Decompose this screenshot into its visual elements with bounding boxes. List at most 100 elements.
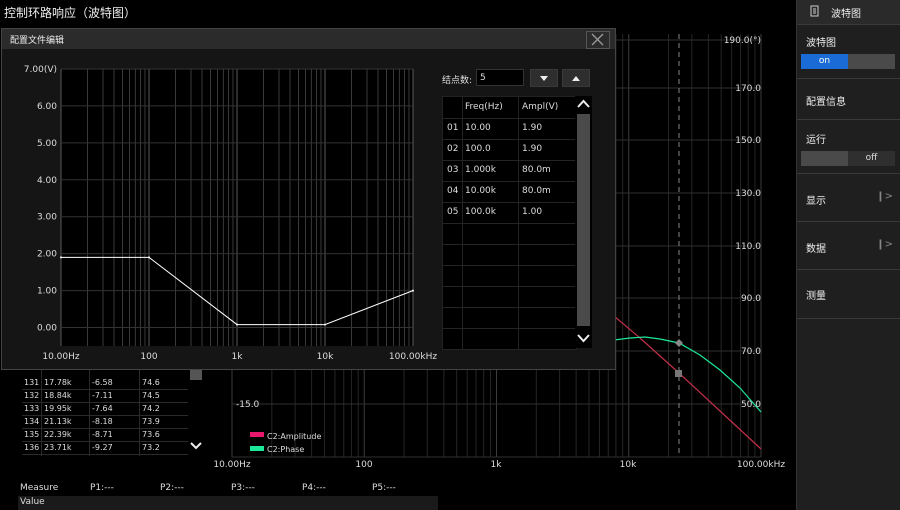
x-tick-label: 10.00Hz	[213, 460, 251, 470]
nodes-decrease-button[interactable]	[530, 69, 558, 87]
run-toggle[interactable]: off	[801, 151, 895, 166]
header-freq: Freq(Hz)	[465, 102, 503, 112]
node-freq-cell[interactable]: 10.00	[465, 118, 491, 139]
phase-cell: 74.6	[142, 378, 160, 387]
amplitude-profile-chart[interactable]: 7.00(V) 6.00 5.00 4.00 3.00 2.00 1.00 0.00 10.00…	[2, 49, 442, 369]
table-row[interactable]: 135 22.39k -8.71 73.6	[22, 428, 188, 442]
dialog-title: 配置文件编辑	[10, 36, 65, 46]
right-panel: 波特图 波特图 on 配置信息 运行 off 显示 ❙> 数据 ❙> 测量	[796, 0, 900, 510]
config-info-button[interactable]: 配置信息	[797, 79, 900, 120]
chart-grid	[60, 68, 414, 346]
x-tick-label: 1k	[232, 352, 244, 362]
node-idx-cell: 04	[447, 186, 459, 196]
data-table-scrollbar[interactable]	[189, 368, 203, 456]
x-tick-label: 100.00kHz	[389, 352, 437, 362]
bode-toggle-label: 波特图	[806, 38, 836, 49]
config-info-label: 配置信息	[806, 97, 846, 108]
amplitude-cursor-marker[interactable]	[675, 370, 682, 377]
chevron-up-icon[interactable]	[575, 96, 592, 112]
data-point[interactable]	[236, 323, 238, 326]
phase-cell: 74.2	[142, 404, 160, 413]
toggle-off-option[interactable]: off	[848, 151, 895, 166]
legend-amplitude-label: C2:Amplitude	[267, 432, 322, 441]
chevron-down-icon[interactable]	[575, 330, 592, 346]
table-row[interactable]: 131 17.78k -6.58 74.6	[22, 376, 188, 390]
y-tick-label: 7.00(V)	[24, 65, 57, 75]
measure-menu-button[interactable]: 测量	[797, 270, 900, 319]
column-divider	[462, 97, 463, 349]
y-tick-label: 0.00	[37, 324, 57, 334]
node-freq-cell[interactable]: 1.000k	[465, 160, 496, 181]
amplitude-tick-label: -15.0	[236, 400, 260, 410]
freq-cell: 22.39k	[44, 430, 72, 439]
display-label: 显示	[806, 196, 826, 207]
x-tick-label: 100	[355, 460, 372, 470]
table-row[interactable]: 134 21.13k -8.18 73.9	[22, 415, 188, 429]
node-ampl-cell[interactable]: 1.90	[522, 139, 542, 160]
node-freq-cell[interactable]: 100.0	[465, 139, 491, 160]
phase-tick-label: 50.0	[741, 400, 761, 410]
nodes-count-input[interactable]: 5	[476, 69, 524, 86]
node-ampl-cell[interactable]: 80.0m	[522, 181, 551, 202]
x-tick-label: 10.00Hz	[42, 352, 80, 362]
node-ampl-cell[interactable]: 80.0m	[522, 160, 551, 181]
phase-cursor-marker[interactable]	[675, 339, 683, 347]
row-index-cell: 133	[24, 404, 40, 413]
y-tick-label: 4.00	[37, 176, 57, 186]
table-row[interactable]: 132 18.84k -7.11 74.5	[22, 389, 188, 403]
x-tick-label: 10k	[317, 352, 334, 362]
table-row[interactable]: 136 23.71k -9.27 73.2	[22, 441, 188, 455]
table-row[interactable]: 133 19.95k -7.64 74.2	[22, 402, 188, 416]
node-table-scrollbar[interactable]	[575, 96, 592, 348]
nodes-increase-button[interactable]	[562, 69, 590, 87]
y-tick-label: 1.00	[37, 287, 57, 297]
amplitude-cell: -8.71	[92, 430, 113, 439]
bode-curves	[613, 315, 762, 450]
amplitude-curve	[613, 315, 762, 450]
triangle-up-icon	[572, 76, 580, 81]
dialog-title-bar: 配置文件编辑	[2, 29, 615, 49]
node-table[interactable]: Freq(Hz) Ampl(V) 01 10.00 1.90 02 100.0 1.90 0…	[442, 96, 577, 350]
triangle-down-icon	[540, 76, 548, 81]
toggle-on-option[interactable]: on	[801, 54, 848, 69]
amplitude-cell: -7.64	[92, 404, 113, 413]
measure-menu-label: 测量	[806, 291, 826, 302]
measure-p5: P5:---	[372, 483, 396, 493]
amplitude-cell: -7.11	[92, 391, 113, 400]
chevron-right-icon: ❙>	[876, 191, 893, 202]
chevron-down-icon[interactable]	[189, 438, 203, 454]
bode-toggle[interactable]: on	[801, 54, 895, 69]
freq-cell: 17.78k	[44, 378, 72, 387]
data-point[interactable]	[324, 323, 326, 326]
node-table-scroll-thumb[interactable]	[577, 114, 590, 326]
data-point[interactable]	[60, 256, 62, 259]
value-label: Value	[20, 497, 45, 507]
data-point[interactable]	[412, 289, 414, 292]
data-table-scroll-thumb[interactable]	[190, 370, 202, 380]
measure-label: Measure	[20, 483, 59, 493]
phase-tick-label: 170.0	[735, 84, 761, 94]
data-point[interactable]	[148, 256, 150, 259]
phase-tick-label: 150.0	[735, 136, 761, 146]
document-icon	[810, 5, 819, 17]
measure-p4: P4:---	[302, 483, 326, 493]
display-menu-button[interactable]: 显示 ❙>	[797, 174, 900, 222]
phase-cell: 73.2	[142, 443, 160, 452]
x-tick-label: 100	[140, 352, 157, 362]
x-tick-label: 10k	[620, 460, 637, 470]
node-ampl-cell[interactable]: 1.90	[522, 118, 542, 139]
phase-cell: 74.5	[142, 391, 160, 400]
row-index-cell: 136	[24, 443, 40, 452]
close-button[interactable]	[586, 31, 610, 49]
y-tick-label: 6.00	[37, 102, 57, 112]
bode-toggle-section: 波特图 on	[797, 25, 900, 79]
node-ampl-cell[interactable]: 1.00	[522, 202, 542, 223]
title-bar: 控制环路响应（波特图）	[0, 0, 795, 24]
measure-p3: P3:---	[231, 483, 255, 493]
y-tick-label: 3.00	[37, 213, 57, 223]
node-freq-cell[interactable]: 100.0k	[465, 202, 496, 223]
column-divider	[89, 368, 90, 456]
node-freq-cell[interactable]: 10.00k	[465, 181, 496, 202]
data-menu-button[interactable]: 数据 ❙>	[797, 222, 900, 270]
data-table[interactable]: 131 17.78k -6.58 74.6 132 18.84k -7.11 74.5 133 1…	[22, 368, 188, 456]
